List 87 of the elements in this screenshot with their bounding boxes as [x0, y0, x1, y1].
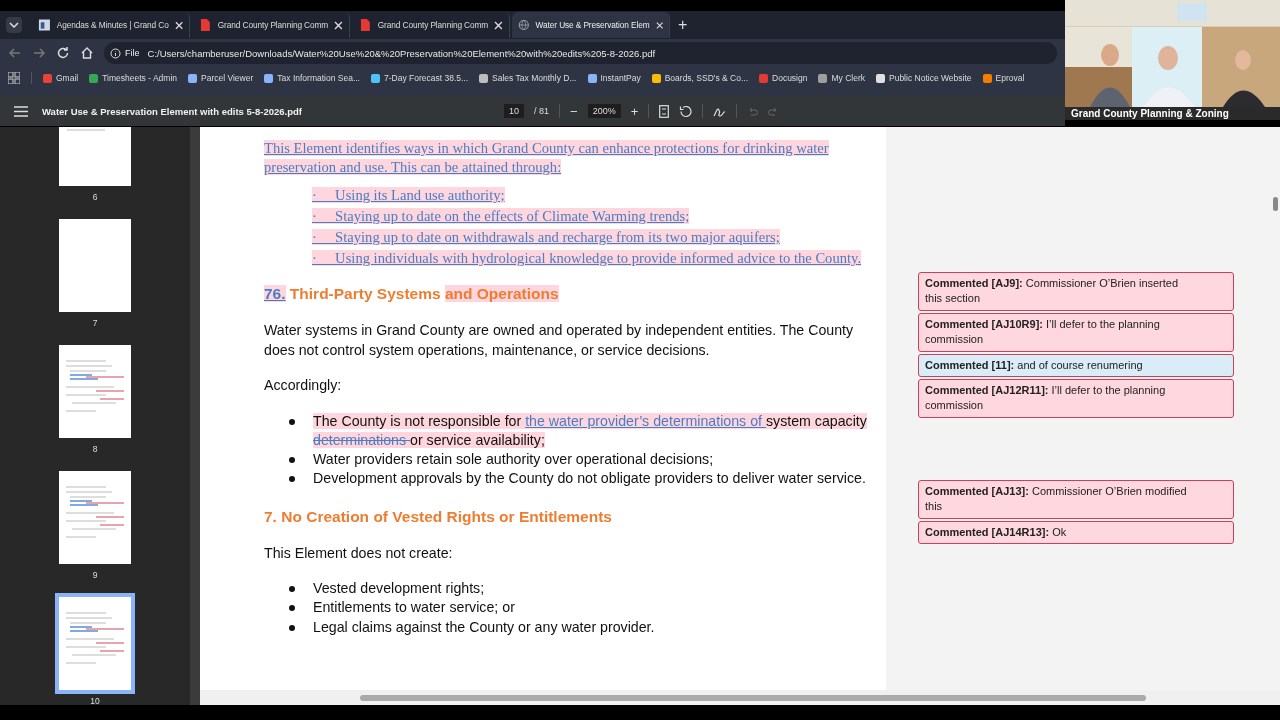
url-text: C:/Users/chamberuser/Downloads/Water%20Use%20&%20Preservation%20Element%20with%20edits%205-8-2026.pdf: [147, 47, 656, 59]
comment-balloon[interactable]: Commented [AJ13]: Commissioner O’Brien modified this: [918, 479, 1234, 519]
bookmark-label: My Clerk: [831, 73, 865, 83]
globe-icon: [518, 18, 530, 32]
comment-balloon[interactable]: Commented [AJ10R9]: I’ll defer to the planning commission: [918, 312, 1234, 352]
bullet-icon: [289, 586, 295, 593]
page-number-field[interactable]: 10: [504, 104, 524, 118]
browser-tab[interactable]: Water Use & Preservation Elem: [512, 12, 670, 38]
section-heading: 7. No Creation of Vested Rights or Entitlements: [264, 507, 613, 526]
zoom-field[interactable]: 200%: [587, 104, 621, 118]
section-heading: 76. Third-Party Systems and Operations: [264, 285, 560, 303]
tab-title: Grand County Planning Comm: [377, 20, 489, 30]
back-icon[interactable]: [8, 46, 22, 60]
scheme-label: File: [125, 48, 140, 58]
bullet-icon: [289, 418, 295, 425]
page-count: / 81: [534, 106, 550, 116]
paragraph: This Element does not create:: [264, 543, 454, 563]
document-icon: [358, 18, 372, 32]
scrollbar-thumb[interactable]: [1273, 197, 1278, 211]
scrollbar-thumb[interactable]: [360, 695, 1146, 701]
page-number: 10: [90, 696, 100, 705]
bookmark-label: InstantPay: [600, 73, 641, 83]
bookmark[interactable]: InstantPay: [587, 73, 641, 83]
paragraph: Water systems in Grand County are owned and operated by independent entities. The County does not control system operations, maintenance, or service decisions.: [264, 321, 855, 360]
comment-balloon[interactable]: Commented [AJ9]: Commissioner O’Brien inserted this section: [918, 272, 1234, 311]
bullet-icon: [289, 605, 295, 612]
list-item: · Using individuals with hydrological knowledge to provide informed advice to the County.: [312, 249, 863, 268]
browser-tab[interactable]: Agendas & Minutes | Grand Co: [32, 12, 190, 38]
bookmark[interactable]: Eproval: [982, 73, 1025, 83]
page-thumbnail[interactable]: [55, 593, 135, 694]
comment-balloon[interactable]: Commented [11]: and of course renumering: [918, 353, 1234, 377]
tab-list-button[interactable]: [6, 17, 22, 33]
page-number: 6: [92, 192, 98, 202]
browser-tab[interactable]: Grand County Planning Comm: [352, 12, 510, 38]
menu-icon[interactable]: [14, 105, 28, 117]
bookmark-label: Parcel Viewer: [201, 73, 254, 83]
bookmark-label: Docusign: [772, 73, 808, 83]
document-title: Water Use & Preservation Element with edits 5-8-2026.pdf: [42, 105, 303, 117]
video-caption: Grand County Planning & Zoning: [1071, 108, 1229, 119]
forward-icon[interactable]: [32, 46, 46, 60]
address-bar[interactable]: File C:/Users/chamberuser/Downloads/Water%20Use%20&%20Preservation%20Element%20with%20edits%205-8-2026.pdf: [104, 42, 1057, 64]
page-number: 9: [92, 570, 98, 580]
page-number: 7: [92, 318, 98, 328]
list-item: · Staying up to date on the effects of Climate Warming trends;: [312, 207, 691, 226]
list-item: Water providers retain sole authority over operational decisions;: [313, 450, 715, 470]
close-icon[interactable]: [655, 20, 663, 30]
zoom-in-button[interactable]: +: [630, 103, 639, 119]
list-item: Entitlements to water service; or: [313, 598, 516, 618]
page-number: 8: [92, 444, 98, 454]
bookmark-label: Eproval: [995, 73, 1025, 83]
list-item: Legal claims against the County or any water provider.: [313, 617, 656, 637]
chevron-icon: [9, 22, 19, 28]
home-icon[interactable]: [80, 46, 94, 60]
list-item: Vested development rights;: [313, 579, 486, 599]
list-item: The County is not responsible for the water provider’s determinations of system capacity determinations or service availability;: [313, 411, 868, 450]
bullet-icon: [289, 624, 295, 631]
bookmark-label: Gmail: [56, 73, 79, 83]
info-icon: [110, 47, 121, 59]
document-icon: [198, 18, 212, 32]
list-item: · Using its Land use authority;: [312, 186, 506, 205]
close-icon[interactable]: [334, 20, 343, 30]
bookmark[interactable]: Docusign: [759, 73, 808, 83]
bullet-icon: [289, 457, 295, 464]
browser-tab[interactable]: Grand County Planning Comm: [192, 12, 350, 38]
bookmark[interactable]: My Clerk: [818, 73, 865, 83]
bookmark[interactable]: Parcel Viewer: [188, 73, 254, 83]
tab-title: Grand County Planning Comm: [217, 20, 329, 30]
close-icon[interactable]: [494, 20, 503, 30]
zoom-out-button[interactable]: −: [570, 103, 578, 119]
comment-balloon[interactable]: Commented [AJ14R13]: Ok: [918, 520, 1234, 544]
bookmark[interactable]: Gmail: [43, 73, 79, 83]
paragraph: Accordingly:: [264, 376, 343, 395]
fit-page-icon[interactable]: [659, 104, 670, 118]
file-chip[interactable]: File: [110, 47, 140, 59]
tab-title: Agendas & Minutes | Grand Co: [56, 20, 169, 30]
site-icon: [38, 18, 51, 32]
paragraph: This Element identifies ways in which Grand County can enhance protections for drinking water preservation and use. This can be attained through:: [264, 139, 830, 177]
reload-icon[interactable]: [56, 46, 70, 60]
list-item: · Staying up to date on withdrawals and recharge from its two major aquifers;: [312, 228, 781, 247]
close-icon[interactable]: [174, 20, 183, 30]
apps-icon[interactable]: [8, 72, 20, 84]
list-item: Development approvals by the County do not obligate providers to deliver water service.: [313, 469, 867, 489]
tab-title: Water Use & Preservation Elem: [535, 20, 650, 30]
comment-balloon[interactable]: Commented [AJ12R11]: I’ll defer to the planning commission: [918, 378, 1234, 418]
bullet-icon: [289, 476, 295, 483]
new-tab-button[interactable]: +: [672, 16, 694, 34]
rotate-icon[interactable]: [679, 104, 693, 118]
